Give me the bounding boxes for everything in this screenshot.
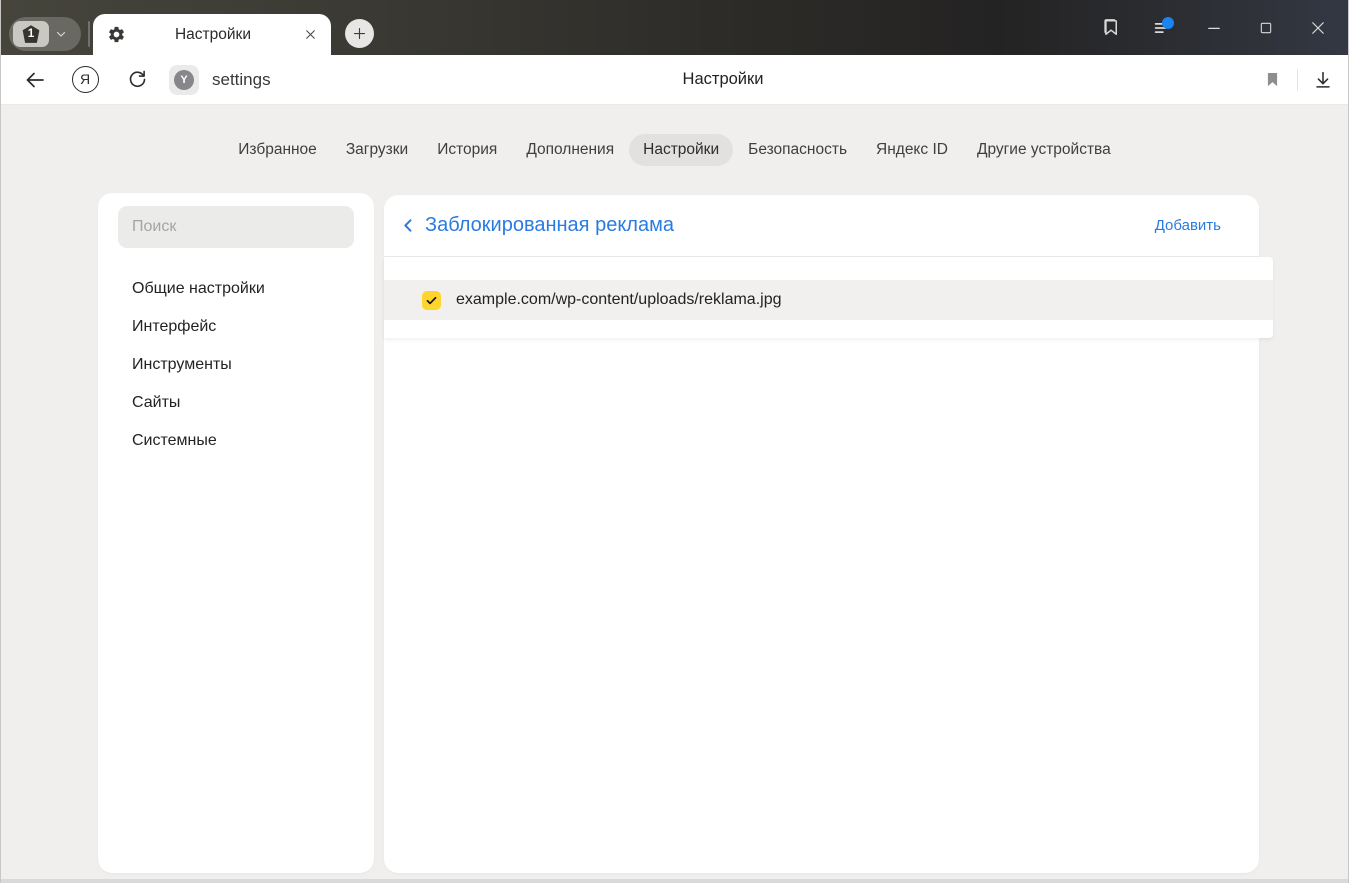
gear-icon: [107, 25, 126, 44]
nav-item-security[interactable]: Безопасность: [734, 134, 861, 166]
sidebar-panel-button[interactable]: [1090, 8, 1130, 48]
minimize-icon: [1205, 19, 1223, 37]
settings-nav: Избранное Загрузки История Дополнения На…: [1, 134, 1348, 166]
sidebar-list: Общие настройки Интерфейс Инструменты Са…: [98, 270, 374, 460]
maximize-button[interactable]: [1246, 8, 1286, 48]
browser-menu-button[interactable]: [1142, 8, 1182, 48]
sidebar-item-sites[interactable]: Сайты: [98, 384, 374, 422]
bookmark-button[interactable]: [1262, 69, 1283, 90]
tabstrip-right-controls: [1090, 0, 1338, 55]
chevron-left-icon[interactable]: [399, 216, 418, 235]
section-header: Заблокированная реклама Добавить: [384, 195, 1259, 257]
notification-dot: [1162, 17, 1174, 29]
site-favicon: Y: [169, 65, 199, 95]
new-tab-button[interactable]: [345, 19, 374, 48]
close-icon: [1309, 19, 1327, 37]
chevron-down-icon: [55, 28, 67, 40]
tab-settings[interactable]: Настройки: [93, 14, 331, 55]
toolbar-right: [1262, 69, 1334, 91]
settings-favicon-icon: Y: [174, 70, 194, 90]
tab-group-button[interactable]: 1: [9, 17, 81, 51]
nav-item-extensions[interactable]: Дополнения: [512, 134, 628, 166]
nav-item-yandex-id[interactable]: Яндекс ID: [862, 134, 962, 166]
toolbar: Я Y settings Настройки: [1, 55, 1348, 105]
nav-item-other-devices[interactable]: Другие устройства: [963, 134, 1125, 166]
browser-window: 1 Настройки: [0, 0, 1349, 883]
back-button[interactable]: [19, 64, 51, 96]
tab-group-badge: 1: [13, 21, 49, 47]
page-title: Настройки: [683, 70, 764, 89]
maximize-icon: [1258, 20, 1274, 36]
close-window-button[interactable]: [1298, 8, 1338, 48]
settings-sidebar: Общие настройки Интерфейс Инструменты Са…: [98, 193, 374, 873]
add-button[interactable]: Добавить: [1155, 217, 1221, 234]
back-arrow-icon: [23, 68, 47, 92]
toolbar-divider: [1297, 69, 1298, 91]
sidebar-item-tools[interactable]: Инструменты: [98, 346, 374, 384]
search-input[interactable]: [118, 206, 354, 248]
tab-title: Настройки: [126, 26, 300, 44]
tab-group-count: 1: [28, 27, 34, 41]
shield-icon: 1: [22, 25, 41, 44]
url-text: settings: [212, 70, 271, 90]
sidebar-item-general[interactable]: Общие настройки: [98, 270, 374, 308]
minimize-button[interactable]: [1194, 8, 1234, 48]
refresh-icon: [126, 68, 149, 91]
blocked-ads-list: example.com/wp-content/uploads/reklama.j…: [384, 257, 1273, 338]
bookmark-icon: [1262, 69, 1283, 90]
nav-item-downloads[interactable]: Загрузки: [332, 134, 422, 166]
nav-item-history[interactable]: История: [423, 134, 511, 166]
blocked-ad-url: example.com/wp-content/uploads/reklama.j…: [456, 291, 782, 309]
nav-item-favorites[interactable]: Избранное: [224, 134, 331, 166]
checkmark-icon: [425, 294, 438, 307]
bookmark-panel-icon: [1099, 16, 1122, 39]
nav-item-settings[interactable]: Настройки: [629, 134, 733, 166]
sidebar-item-system[interactable]: Системные: [98, 422, 374, 460]
close-tab-icon[interactable]: [300, 24, 321, 45]
sidebar-item-interface[interactable]: Интерфейс: [98, 308, 374, 346]
plus-icon: [352, 26, 367, 41]
downloads-button[interactable]: [1312, 69, 1334, 91]
yandex-logo-icon: Я: [72, 66, 99, 93]
row-checkbox[interactable]: [422, 291, 441, 310]
address-bar[interactable]: Y settings: [153, 65, 271, 95]
download-icon: [1312, 69, 1334, 91]
tabstrip-divider: [88, 21, 90, 47]
window-bottom-edge: [1, 879, 1348, 883]
section-title: Заблокированная реклама: [425, 214, 674, 237]
refresh-button[interactable]: [121, 64, 153, 96]
blocked-ad-row[interactable]: example.com/wp-content/uploads/reklama.j…: [384, 280, 1273, 320]
tab-strip: 1 Настройки: [1, 0, 1348, 55]
yandex-logo-button[interactable]: Я: [69, 64, 101, 96]
